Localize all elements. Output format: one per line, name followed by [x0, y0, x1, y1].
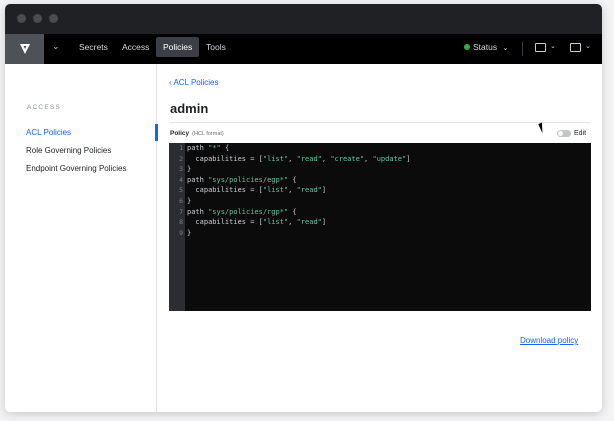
line-number: 5 — [179, 186, 183, 195]
minimize-window-button[interactable] — [33, 14, 42, 23]
nav-secrets[interactable]: Secrets — [79, 42, 108, 52]
chevron-down-icon[interactable]: ⌄ — [550, 42, 556, 50]
line-number: 1 — [179, 144, 183, 152]
code-line: capabilities = ["list", "read", "create"… — [187, 154, 411, 163]
download-policy-link[interactable]: Download policy — [520, 336, 578, 345]
toggle-knob — [558, 131, 563, 136]
line-number: 3 — [179, 165, 183, 174]
line-number: 4 — [179, 175, 183, 184]
code-line: capabilities = ["list", "read"] — [187, 186, 327, 195]
code-line: } — [187, 228, 192, 237]
status-label: Status — [473, 42, 498, 52]
vault-logo-icon[interactable] — [5, 34, 44, 64]
close-window-button[interactable] — [17, 14, 26, 23]
edit-label: Edit — [574, 130, 587, 137]
code-line: capabilities = ["list", "read"] — [187, 218, 327, 227]
sidebar-item-acl-policies[interactable]: ACL Policies — [26, 128, 71, 137]
sidebar-heading: ACCESS — [27, 104, 61, 111]
line-number: 7 — [179, 207, 183, 216]
sidebar: ACCESS ACL Policies Role Governing Polic… — [5, 64, 158, 412]
title-divider — [170, 122, 590, 123]
sidebar-item-endpoint-governing-policies[interactable]: Endpoint Governing Policies — [26, 164, 127, 173]
status-menu[interactable]: Status ⌄ — [464, 42, 508, 52]
policy-label: Policy (HCL format) — [170, 130, 224, 137]
line-number: 8 — [179, 218, 183, 227]
breadcrumb-link[interactable]: ACL Policies — [173, 78, 218, 87]
line-number: 6 — [179, 196, 183, 205]
policy-code-editor[interactable]: 123456789 path "*" { capabilities = ["li… — [169, 143, 591, 311]
code-line: } — [187, 196, 192, 205]
policy-format-hint: (HCL format) — [192, 131, 224, 137]
line-number: 9 — [179, 228, 183, 237]
window-titlebar — [5, 4, 602, 34]
nav-policies[interactable]: Policies — [156, 37, 200, 57]
nav-access[interactable]: Access — [122, 42, 149, 52]
code-line: } — [187, 165, 192, 174]
sidebar-item-role-governing-policies[interactable]: Role Governing Policies — [26, 146, 111, 155]
top-nav: ⌄ Secrets Access Policies Tools Status ⌄… — [5, 34, 602, 64]
chevron-down-icon: ⌄ — [502, 45, 509, 52]
edit-toggle[interactable] — [557, 130, 571, 137]
user-icon[interactable] — [570, 43, 581, 52]
chevron-down-icon[interactable]: ⌄ — [52, 41, 60, 52]
page-title: admin — [170, 101, 209, 116]
code-line: path "sys/policies/rgp*" { — [187, 207, 297, 216]
line-number: 2 — [179, 154, 183, 163]
maximize-window-button[interactable] — [49, 14, 58, 23]
code-line: path "sys/policies/egp*" { — [187, 175, 297, 184]
breadcrumb[interactable]: ‹ ACL Policies — [169, 78, 219, 87]
nav-divider — [522, 42, 523, 56]
policy-label-text: Policy — [170, 130, 190, 137]
chevron-down-icon[interactable]: ⌄ — [585, 42, 591, 50]
app-window: ⌄ Secrets Access Policies Tools Status ⌄… — [5, 4, 602, 412]
terminal-icon[interactable] — [535, 43, 546, 52]
code-lines[interactable]: path "*" { capabilities = ["list", "read… — [187, 143, 410, 238]
status-dot-icon — [464, 44, 470, 50]
line-number-gutter: 123456789 — [169, 143, 185, 311]
main-content: ‹ ACL Policies admin Policy (HCL format) … — [158, 64, 602, 412]
nav-tools[interactable]: Tools — [206, 42, 226, 52]
code-line: path "*" { — [187, 144, 230, 152]
